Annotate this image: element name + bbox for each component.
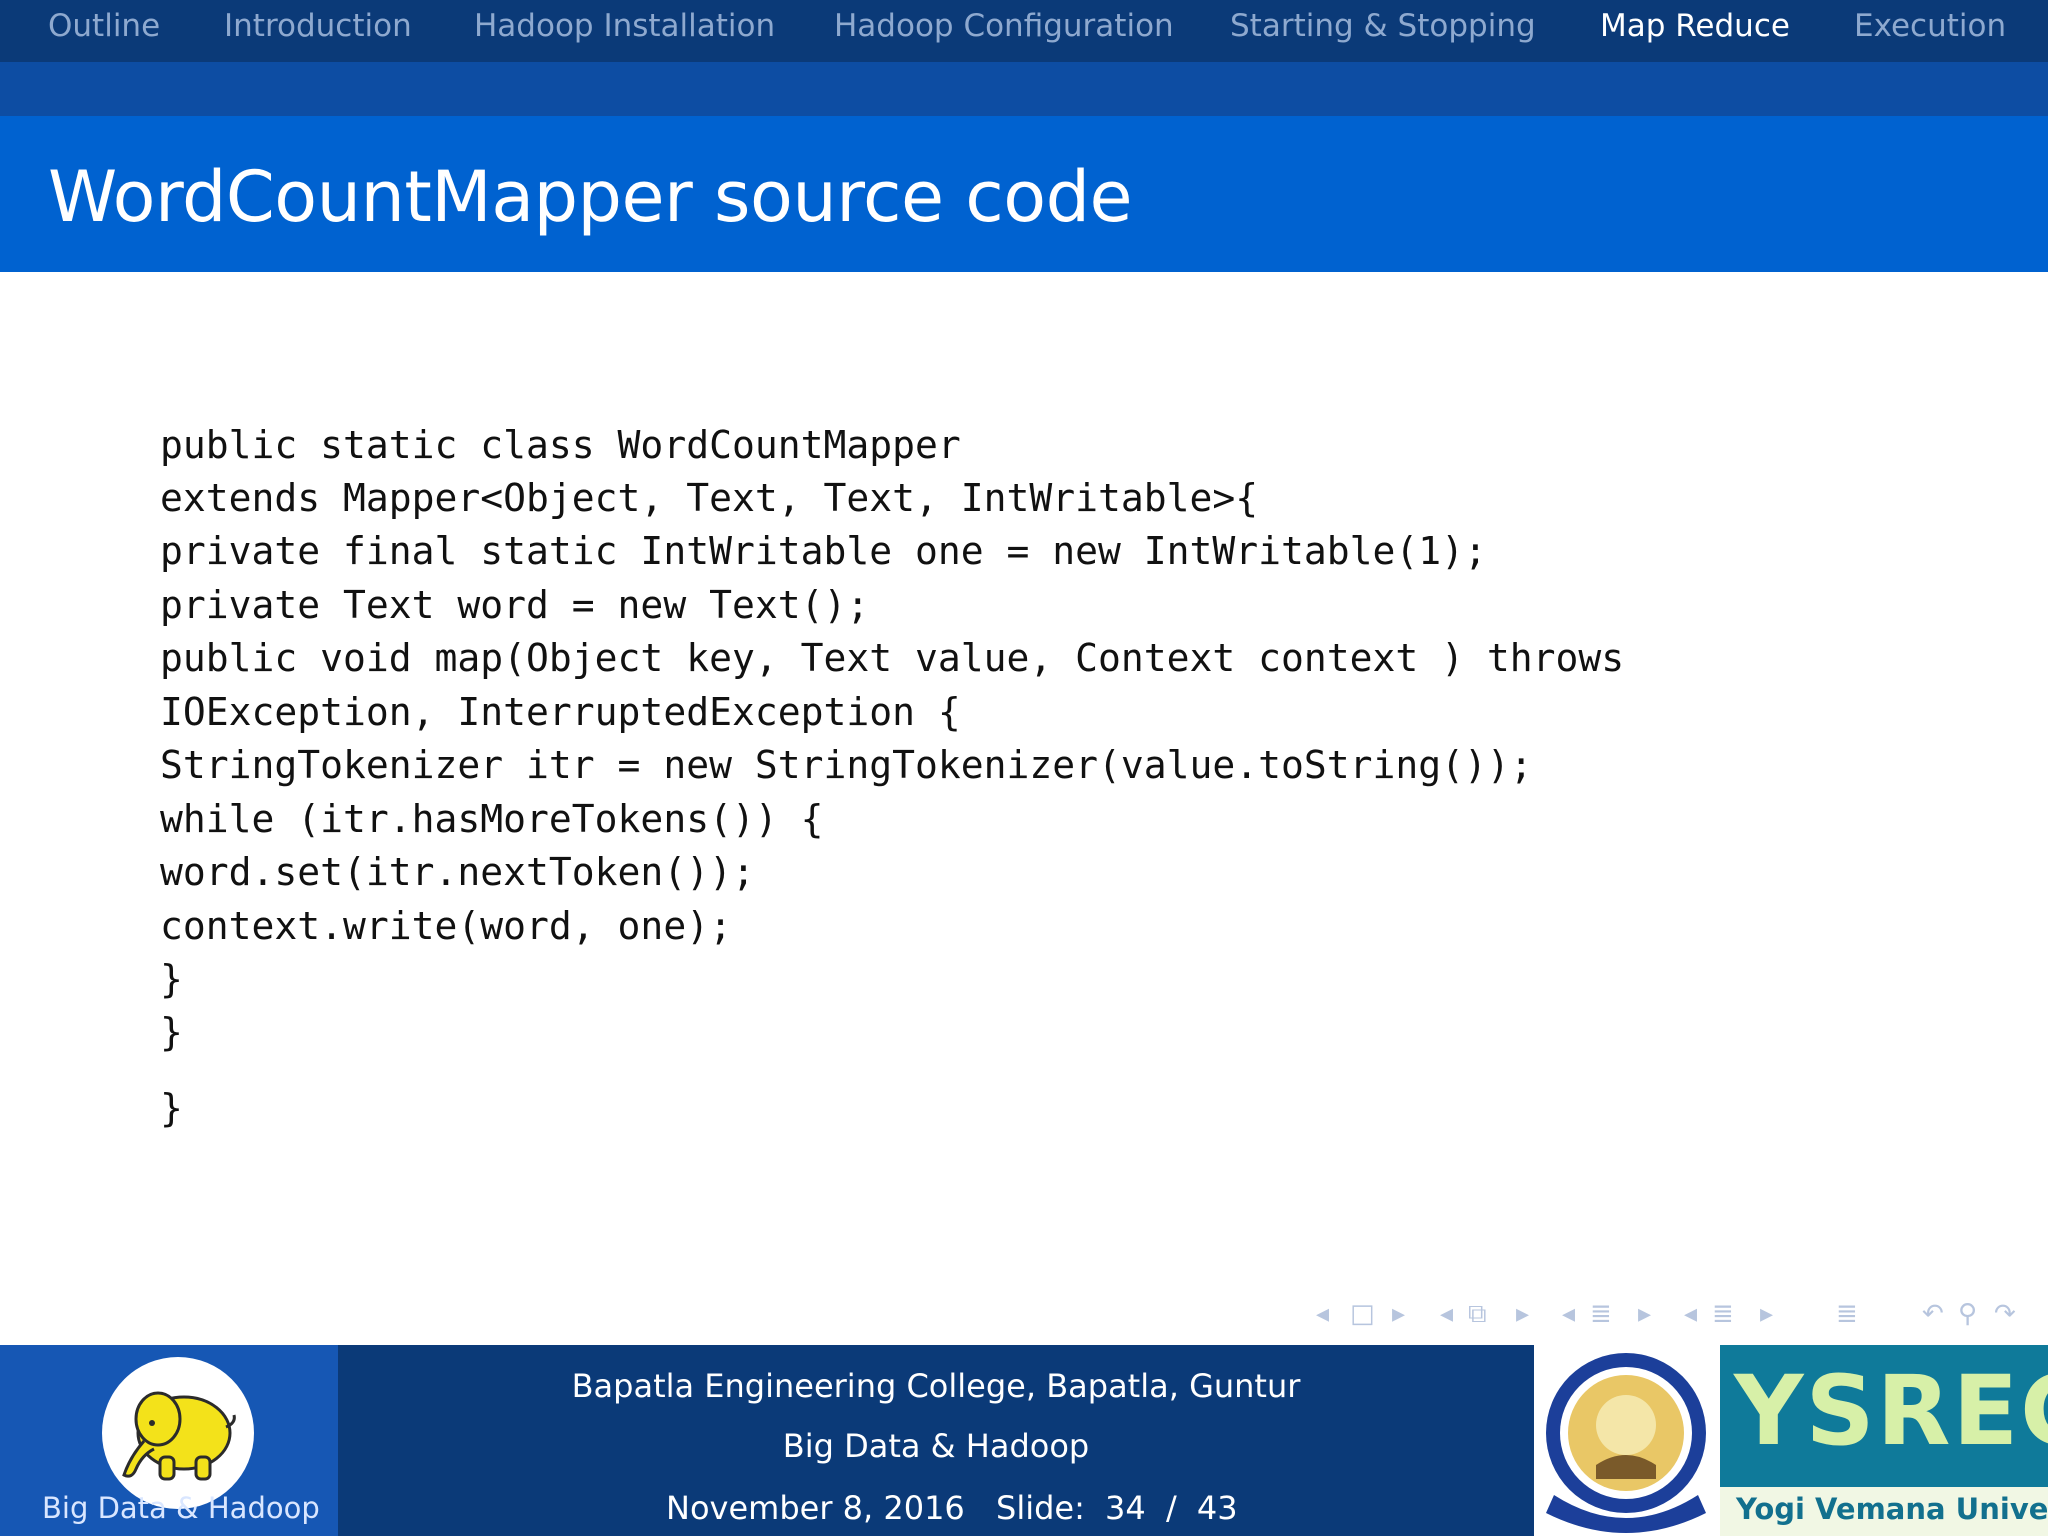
nav-item-hadoop-configuration[interactable]: Hadoop Configuration [834, 8, 1174, 44]
nav-next-subsection-icon[interactable]: ▸ [1638, 1296, 1651, 1332]
nav-next-section-icon[interactable]: ▸ [1760, 1296, 1773, 1332]
footer-slide-counter: Slide: 34 / 43 [996, 1489, 1238, 1527]
footer-brand-panel: Big Data & Hadoop [0, 1345, 338, 1536]
footer-institution: Bapatla Engineering College, Bapatla, Gu… [571, 1367, 1301, 1405]
slide-title: WordCountMapper source code [48, 156, 1133, 238]
slide-label: Slide: [996, 1489, 1085, 1527]
code-line: } [160, 1010, 183, 1054]
nav-search-icon[interactable]: ⚲ [1958, 1296, 1977, 1332]
beamer-navigation: ◂ □ ▸ ◂ ⧉ ▸ ◂ ≣ ▸ ◂ ≣ ▸ ≣ ↶ ⚲ ↷ [1312, 1296, 2032, 1332]
nav-item-outline[interactable]: Outline [48, 8, 160, 44]
code-line: public static class WordCountMapper [160, 423, 961, 467]
nav-next-frame-icon[interactable]: ▸ [1516, 1296, 1529, 1332]
nav-prev-subsection-icon[interactable]: ◂ [1562, 1296, 1575, 1332]
code-line: private Text word = new Text(); [160, 583, 870, 627]
code-line: StringTokenizer itr = new StringTokenize… [160, 743, 1533, 787]
nav-prev-section-icon[interactable]: ◂ [1684, 1296, 1697, 1332]
nav-document-icon[interactable]: ≣ [1836, 1296, 1858, 1332]
title-bar: WordCountMapper source code [0, 116, 2048, 272]
code-line: extends Mapper<Object, Text, Text, IntWr… [160, 476, 1259, 520]
code-line: } [160, 957, 183, 1001]
ysrec-logo-subtext: Yogi Vemana University [1736, 1492, 2048, 1526]
code-line: word.set(itr.nextToken()); [160, 850, 755, 894]
code-line: public void map(Object key, Text value, … [160, 636, 1625, 680]
footer: Big Data & Hadoop Bapatla Engineering Co… [0, 1345, 2048, 1536]
subsection-strip [0, 62, 2048, 116]
nav-prev-frame-icon[interactable]: ◂ [1440, 1296, 1453, 1332]
nav-item-introduction[interactable]: Introduction [224, 8, 412, 44]
ysrec-logo-subtitle: Yogi Vemana University [1720, 1487, 2048, 1536]
nav-item-execution[interactable]: Execution [1854, 8, 2006, 44]
footer-subtitle: Big Data & Hadoop [782, 1427, 1090, 1465]
nav-next-slide-icon[interactable]: ▸ [1392, 1296, 1405, 1332]
nav-forward-icon[interactable]: ↷ [1994, 1296, 2016, 1332]
nav-item-map-reduce[interactable]: Map Reduce [1600, 8, 1790, 44]
footer-info: Bapatla Engineering College, Bapatla, Gu… [338, 1345, 1534, 1536]
section-nav-bar: Outline Introduction Hadoop Installation… [0, 0, 2048, 62]
footer-brand-text: Big Data & Hadoop [42, 1491, 320, 1525]
university-seal [1534, 1345, 1720, 1536]
nav-item-starting-stopping[interactable]: Starting & Stopping [1230, 8, 1536, 44]
nav-back-icon[interactable]: ↶ [1922, 1296, 1944, 1332]
hadoop-logo [102, 1357, 254, 1509]
nav-section-icon[interactable]: ≣ [1712, 1296, 1734, 1332]
university-seal-icon [1546, 1353, 1706, 1533]
nav-slide-icon[interactable]: □ [1350, 1296, 1375, 1332]
ysrec-logo-text: YSREC [1734, 1355, 2048, 1467]
code-line: while (itr.hasMoreTokens()) { [160, 797, 824, 841]
slide-current: 34 [1105, 1489, 1146, 1527]
nav-item-hadoop-installation[interactable]: Hadoop Installation [474, 8, 775, 44]
footer-date: November 8, 2016 [666, 1489, 965, 1527]
nav-subsection-icon[interactable]: ≣ [1590, 1296, 1612, 1332]
nav-prev-slide-icon[interactable]: ◂ [1316, 1296, 1329, 1332]
code-line: private final static IntWritable one = n… [160, 529, 1487, 573]
slide-total: 43 [1196, 1489, 1238, 1527]
code-line: } [160, 1086, 183, 1130]
elephant-icon [122, 1391, 236, 1481]
code-line: context.write(word, one); [160, 904, 732, 948]
ysrec-logo: YSREC Yogi Vemana University [1720, 1345, 2048, 1536]
nav-frame-icon[interactable]: ⧉ [1468, 1296, 1487, 1332]
slide-separator: / [1165, 1489, 1177, 1527]
code-line: IOException, InterruptedException { [160, 690, 961, 734]
